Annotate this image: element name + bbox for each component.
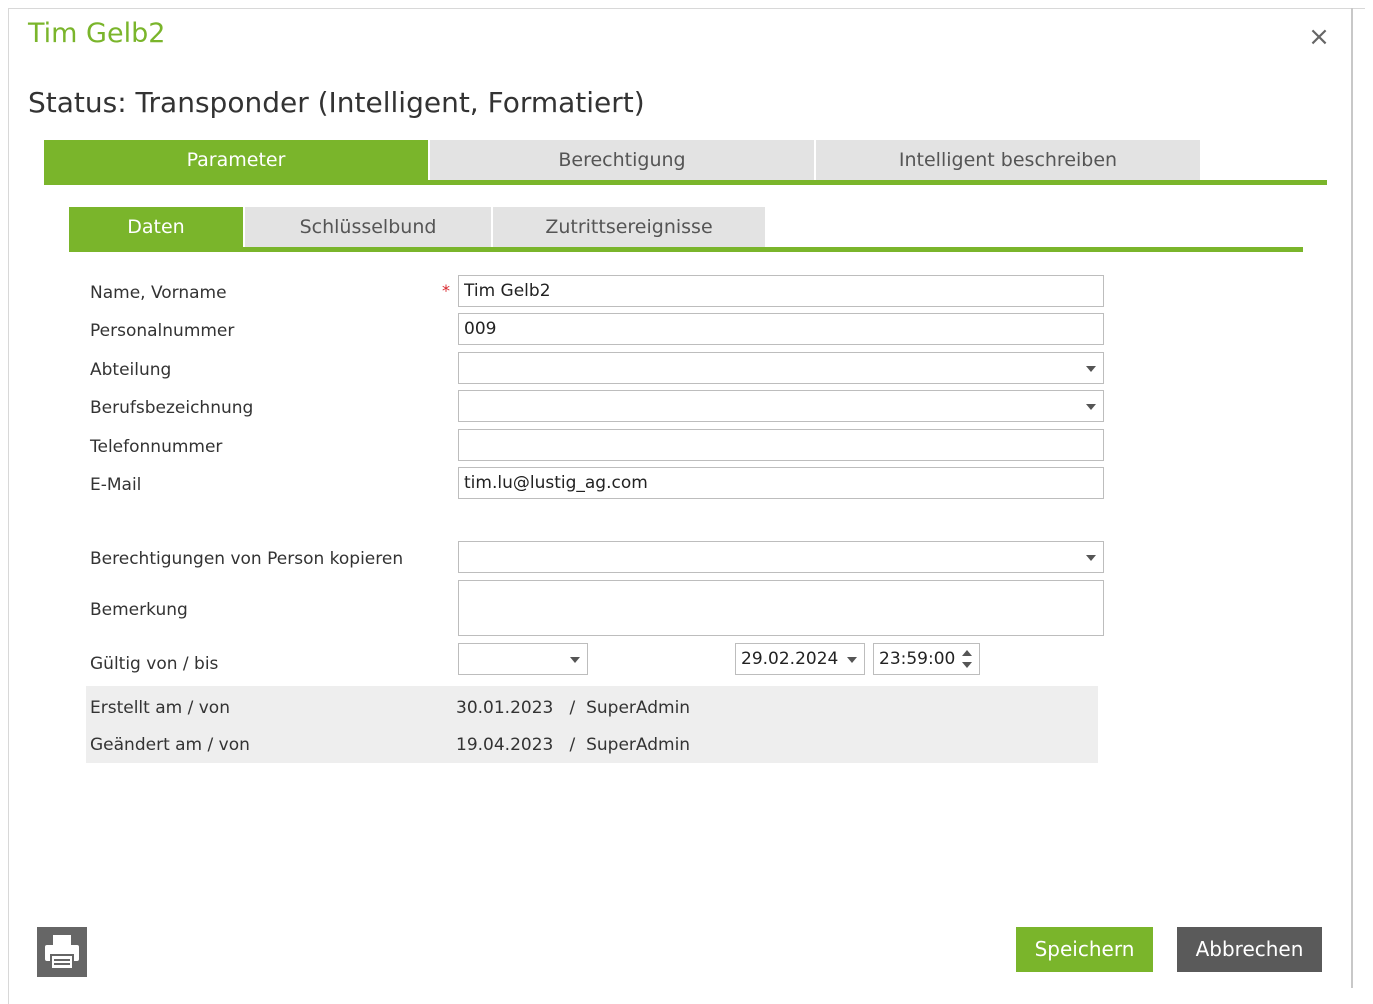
email-label: E-Mail	[90, 475, 142, 495]
personalnummer-label: Personalnummer	[90, 321, 235, 341]
tab-parameter[interactable]: Parameter	[44, 140, 428, 180]
name-input[interactable]	[458, 275, 1104, 307]
print-button[interactable]	[37, 927, 87, 977]
geaendert-label: Geändert am / von	[90, 735, 250, 755]
spin-up-icon[interactable]	[962, 650, 972, 656]
personalnummer-input[interactable]	[458, 313, 1104, 345]
tab-intelligent-beschreiben[interactable]: Intelligent beschreiben	[816, 140, 1200, 180]
cancel-button[interactable]: Abbrechen	[1177, 927, 1322, 972]
tab-schluesselbund[interactable]: Schlüsselbund	[245, 207, 491, 247]
tab-berechtigung[interactable]: Berechtigung	[430, 140, 814, 180]
spin-down-icon[interactable]	[962, 662, 972, 668]
gueltig-von-select[interactable]	[458, 643, 588, 675]
dialog-title: Tim Gelb2	[28, 18, 166, 49]
copy-permissions-label: Berechtigungen von Person kopieren	[90, 549, 404, 569]
chevron-down-icon[interactable]	[1086, 404, 1096, 410]
abteilung-select[interactable]	[458, 352, 1104, 384]
chevron-down-icon[interactable]	[1086, 555, 1096, 561]
chevron-down-icon[interactable]	[1086, 366, 1096, 372]
main-tab-bar: Parameter Berechtigung Intelligent besch…	[44, 140, 1202, 180]
geaendert-value: 19.04.2023 / SuperAdmin	[456, 735, 691, 755]
chevron-down-icon[interactable]	[570, 657, 580, 663]
beruf-label: Berufsbezeichnung	[90, 398, 254, 418]
gueltig-bis-time-stepper[interactable]: 23:59:00	[873, 643, 980, 675]
dialog-border	[1351, 8, 1353, 988]
bemerkung-textarea[interactable]	[458, 580, 1104, 636]
close-icon[interactable]: ×	[1306, 24, 1332, 50]
erstellt-value: 30.01.2023 / SuperAdmin	[456, 698, 691, 718]
required-marker: *	[442, 281, 450, 300]
main-tab-underline	[44, 180, 1327, 185]
bemerkung-label: Bemerkung	[90, 600, 188, 620]
copy-permissions-select[interactable]	[458, 541, 1104, 573]
gueltig-bis-time-value: 23:59:00	[879, 649, 956, 669]
gueltig-label: Gültig von / bis	[90, 654, 219, 674]
beruf-select[interactable]	[458, 390, 1104, 422]
tab-daten[interactable]: Daten	[69, 207, 243, 247]
erstellt-label: Erstellt am / von	[90, 698, 230, 718]
name-label: Name, Vorname	[90, 283, 227, 303]
gueltig-bis-date-value: 29.02.2024	[741, 649, 839, 669]
sub-tab-bar: Daten Schlüsselbund Zutrittsereignisse	[69, 207, 767, 247]
telefon-label: Telefonnummer	[90, 437, 223, 457]
gueltig-bis-date-select[interactable]: 29.02.2024	[735, 643, 865, 675]
printer-icon	[45, 935, 79, 970]
email-input[interactable]	[458, 467, 1104, 499]
save-button[interactable]: Speichern	[1016, 927, 1153, 972]
abteilung-label: Abteilung	[90, 360, 172, 380]
telefon-input[interactable]	[458, 429, 1104, 461]
chevron-down-icon[interactable]	[847, 657, 857, 663]
sub-tab-underline	[69, 247, 1303, 252]
status-text: Status: Transponder (Intelligent, Format…	[28, 86, 645, 119]
tab-zutrittsereignisse[interactable]: Zutrittsereignisse	[493, 207, 765, 247]
